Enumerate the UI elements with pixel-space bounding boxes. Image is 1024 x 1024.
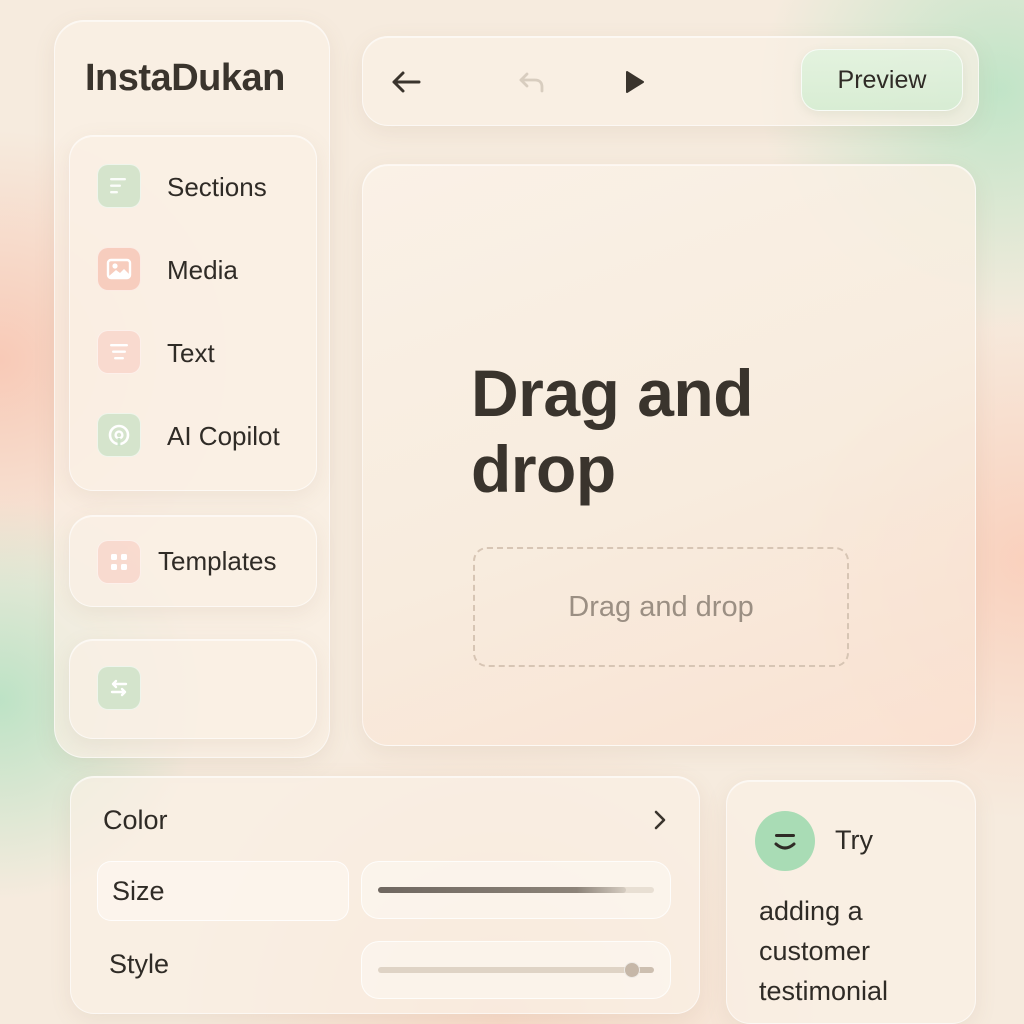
back-button[interactable]	[383, 59, 429, 105]
color-label: Color	[103, 805, 168, 835]
sidebar-item-label: AI Copilot	[167, 421, 280, 451]
smiley-icon	[755, 811, 815, 871]
size-slider-fill	[378, 887, 627, 893]
canvas-area: Drag and drop Drag and drop	[362, 164, 976, 746]
drop-zone[interactable]: Drag and drop	[473, 547, 849, 667]
suggestion-card: Try adding a customer testimonial	[726, 780, 976, 1024]
sidebar-item-text[interactable]: Text	[70, 322, 318, 382]
tip-try-label: Try	[835, 825, 873, 855]
collapse-toggle[interactable]	[69, 639, 317, 739]
preview-button[interactable]: Preview	[801, 49, 963, 111]
sidebar-item-label: Sections	[167, 172, 267, 202]
play-icon	[626, 71, 644, 93]
canvas-heading: Drag and drop	[471, 356, 754, 506]
sections-icon	[97, 164, 141, 208]
sidebar-item-sections[interactable]: Sections	[70, 156, 318, 216]
style-slider-track	[378, 967, 654, 973]
sidebar-item-media[interactable]: Media	[70, 239, 318, 299]
nav-menu: Sections Media Text AI Copilot	[69, 135, 317, 491]
properties-panel: Color Size Style	[70, 776, 700, 1014]
undo-button[interactable]	[509, 59, 555, 105]
image-icon	[97, 247, 141, 291]
style-slider-knob[interactable]	[623, 962, 640, 978]
undo-icon	[519, 72, 544, 93]
copilot-icon	[97, 413, 141, 457]
arrow-left-icon	[392, 71, 421, 93]
sidebar-item-label: Media	[167, 255, 238, 285]
sidebar-item-ai-copilot[interactable]: AI Copilot	[70, 405, 318, 465]
color-expand-button[interactable]	[645, 805, 675, 835]
swap-arrows-icon	[97, 666, 141, 710]
chevron-right-icon	[654, 810, 666, 830]
text-icon	[97, 330, 141, 374]
style-label: Style	[109, 949, 170, 979]
size-slider[interactable]	[361, 861, 671, 919]
top-toolbar: Preview	[362, 36, 979, 126]
templates-button[interactable]: Templates	[69, 515, 317, 607]
sidebar-item-label: Text	[167, 338, 215, 368]
play-button[interactable]	[611, 59, 657, 105]
app-title: InstaDukan	[85, 57, 285, 99]
size-slider-track	[378, 887, 654, 893]
style-slider[interactable]	[361, 941, 671, 999]
sidebar: InstaDukan Sections Media Text AI Copilo…	[54, 20, 330, 758]
tip-body: adding a customer testimonial	[759, 896, 889, 1006]
size-label: Size	[112, 876, 165, 906]
templates-label: Templates	[158, 546, 277, 576]
grid-icon	[97, 540, 141, 584]
size-row: Size	[97, 861, 349, 921]
